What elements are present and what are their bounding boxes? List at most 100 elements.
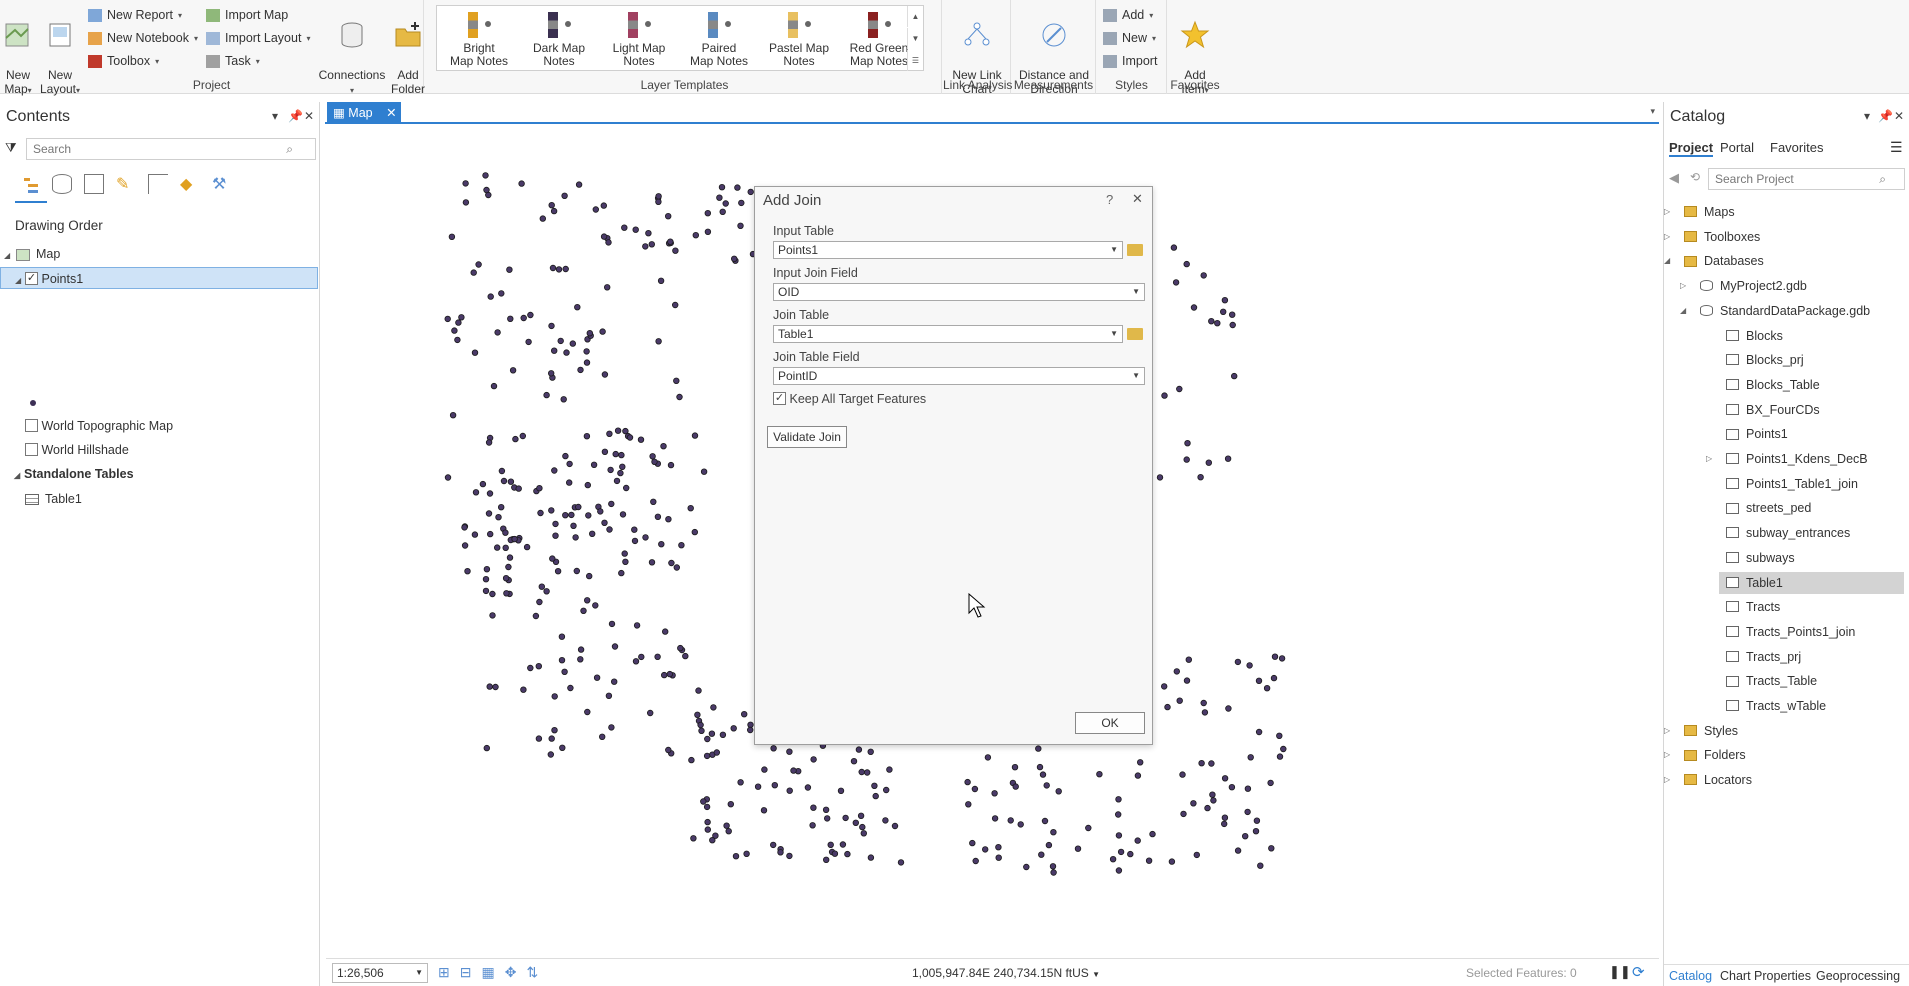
point-feature[interactable] [652,459,658,465]
point-feature[interactable] [868,749,874,755]
point-feature[interactable] [643,535,649,541]
point-feature[interactable] [828,842,834,848]
point-feature[interactable] [1186,657,1192,663]
point-feature[interactable] [613,451,619,457]
point-feature[interactable] [705,210,711,216]
point-feature[interactable] [615,428,621,434]
point-feature[interactable] [1018,822,1024,828]
point-feature[interactable] [699,728,705,734]
point-feature[interactable] [499,291,505,297]
catalog-gdb-item[interactable]: Tracts_wTable [1664,695,1909,717]
keep-all-checkbox[interactable]: ✓ [773,392,786,405]
point-feature[interactable] [1211,798,1217,804]
point-feature[interactable] [503,545,509,551]
point-feature[interactable] [639,654,645,660]
bottom-tab-geoprocessing[interactable]: Geoprocessing [1816,965,1900,986]
point-feature[interactable] [504,591,510,597]
point-feature[interactable] [484,745,490,751]
point-feature[interactable] [578,367,584,373]
point-feature[interactable] [892,823,898,829]
point-feature[interactable] [1184,261,1190,267]
point-feature[interactable] [735,185,741,191]
point-feature[interactable] [1173,280,1179,286]
point-feature[interactable] [589,531,595,537]
point-feature[interactable] [1209,318,1215,324]
point-feature[interactable] [667,671,673,677]
catalog-gdb-item[interactable]: Blocks [1664,325,1909,347]
gallery-scroll-up[interactable]: ▲ [907,6,923,27]
point-feature[interactable] [787,853,793,859]
catalog-gdb-item[interactable]: Blocks_prj [1664,349,1909,371]
point-feature[interactable] [1024,864,1030,870]
point-feature[interactable] [1209,761,1215,767]
point-feature[interactable] [1277,733,1283,739]
point-feature[interactable] [537,599,543,605]
point-feature[interactable] [528,312,534,318]
point-feature[interactable] [1256,729,1262,735]
ok-button[interactable]: OK [1075,712,1145,734]
point-feature[interactable] [748,189,754,195]
point-feature[interactable] [556,267,562,273]
point-feature[interactable] [445,475,451,481]
point-feature[interactable] [1086,825,1092,831]
expand-icon[interactable]: ▷ [1664,226,1670,248]
point-feature[interactable] [587,330,593,336]
point-feature[interactable] [601,203,607,209]
tab-project[interactable]: Project [1669,140,1713,157]
point-feature[interactable] [985,755,991,761]
point-feature[interactable] [584,349,590,355]
point-feature[interactable] [1013,784,1019,790]
close-icon[interactable]: ✕ [386,106,396,120]
point-feature[interactable] [480,481,486,487]
point-feature[interactable] [692,433,698,439]
point-feature[interactable] [1051,829,1057,835]
styles-import-button[interactable]: Import [1103,54,1157,68]
expand-icon[interactable]: ▷ [1664,769,1670,791]
point-feature[interactable] [811,757,817,763]
point-feature[interactable] [1220,309,1226,315]
expand-icon[interactable]: ▷ [1664,744,1670,766]
point-feature[interactable] [563,266,569,272]
catalog-item-databases[interactable]: ◢Databases [1664,250,1909,272]
point-feature[interactable] [551,208,557,214]
point-feature[interactable] [584,433,590,439]
point-feature[interactable] [970,840,976,846]
point-feature[interactable] [472,532,478,538]
point-feature[interactable] [575,304,581,310]
catalog-item-maps[interactable]: ▷Maps [1664,201,1909,223]
point-feature[interactable] [1137,760,1143,766]
point-feature[interactable] [1184,457,1190,463]
snapping-icon[interactable] [148,174,168,194]
point-feature[interactable] [643,244,649,250]
pin-icon[interactable]: 📌 [1878,109,1893,123]
point-feature[interactable] [483,173,489,179]
point-feature[interactable] [519,181,525,187]
point-feature[interactable] [623,428,629,434]
point-feature[interactable] [973,858,979,864]
point-feature[interactable] [544,392,550,398]
folder-browse-icon[interactable] [1127,328,1143,340]
point-feature[interactable] [576,504,582,510]
gallery-scroll-down[interactable]: ▼ [907,28,923,49]
point-feature[interactable] [1180,772,1186,778]
point-feature[interactable] [462,543,468,549]
point-feature[interactable] [668,239,674,245]
point-feature[interactable] [1040,772,1046,778]
point-feature[interactable] [507,555,513,561]
point-feature[interactable] [1191,305,1197,311]
point-feature[interactable] [569,512,575,518]
point-feature[interactable] [1268,780,1274,786]
point-feature[interactable] [714,750,720,756]
point-feature[interactable] [585,709,591,715]
point-feature[interactable] [656,339,662,345]
point-feature[interactable] [609,725,615,731]
point-feature[interactable] [490,591,496,597]
import-map-button[interactable]: Import Map [206,8,288,22]
point-feature[interactable] [992,791,998,797]
collapse-icon[interactable]: ◢ [14,465,24,487]
catalog-item-styles[interactable]: ▷Styles [1664,720,1909,742]
point-feature[interactable] [873,793,879,799]
point-feature[interactable] [1184,678,1190,684]
point-feature[interactable] [1229,784,1235,790]
keep-all-row[interactable]: ✓ Keep All Target Features [773,392,926,406]
